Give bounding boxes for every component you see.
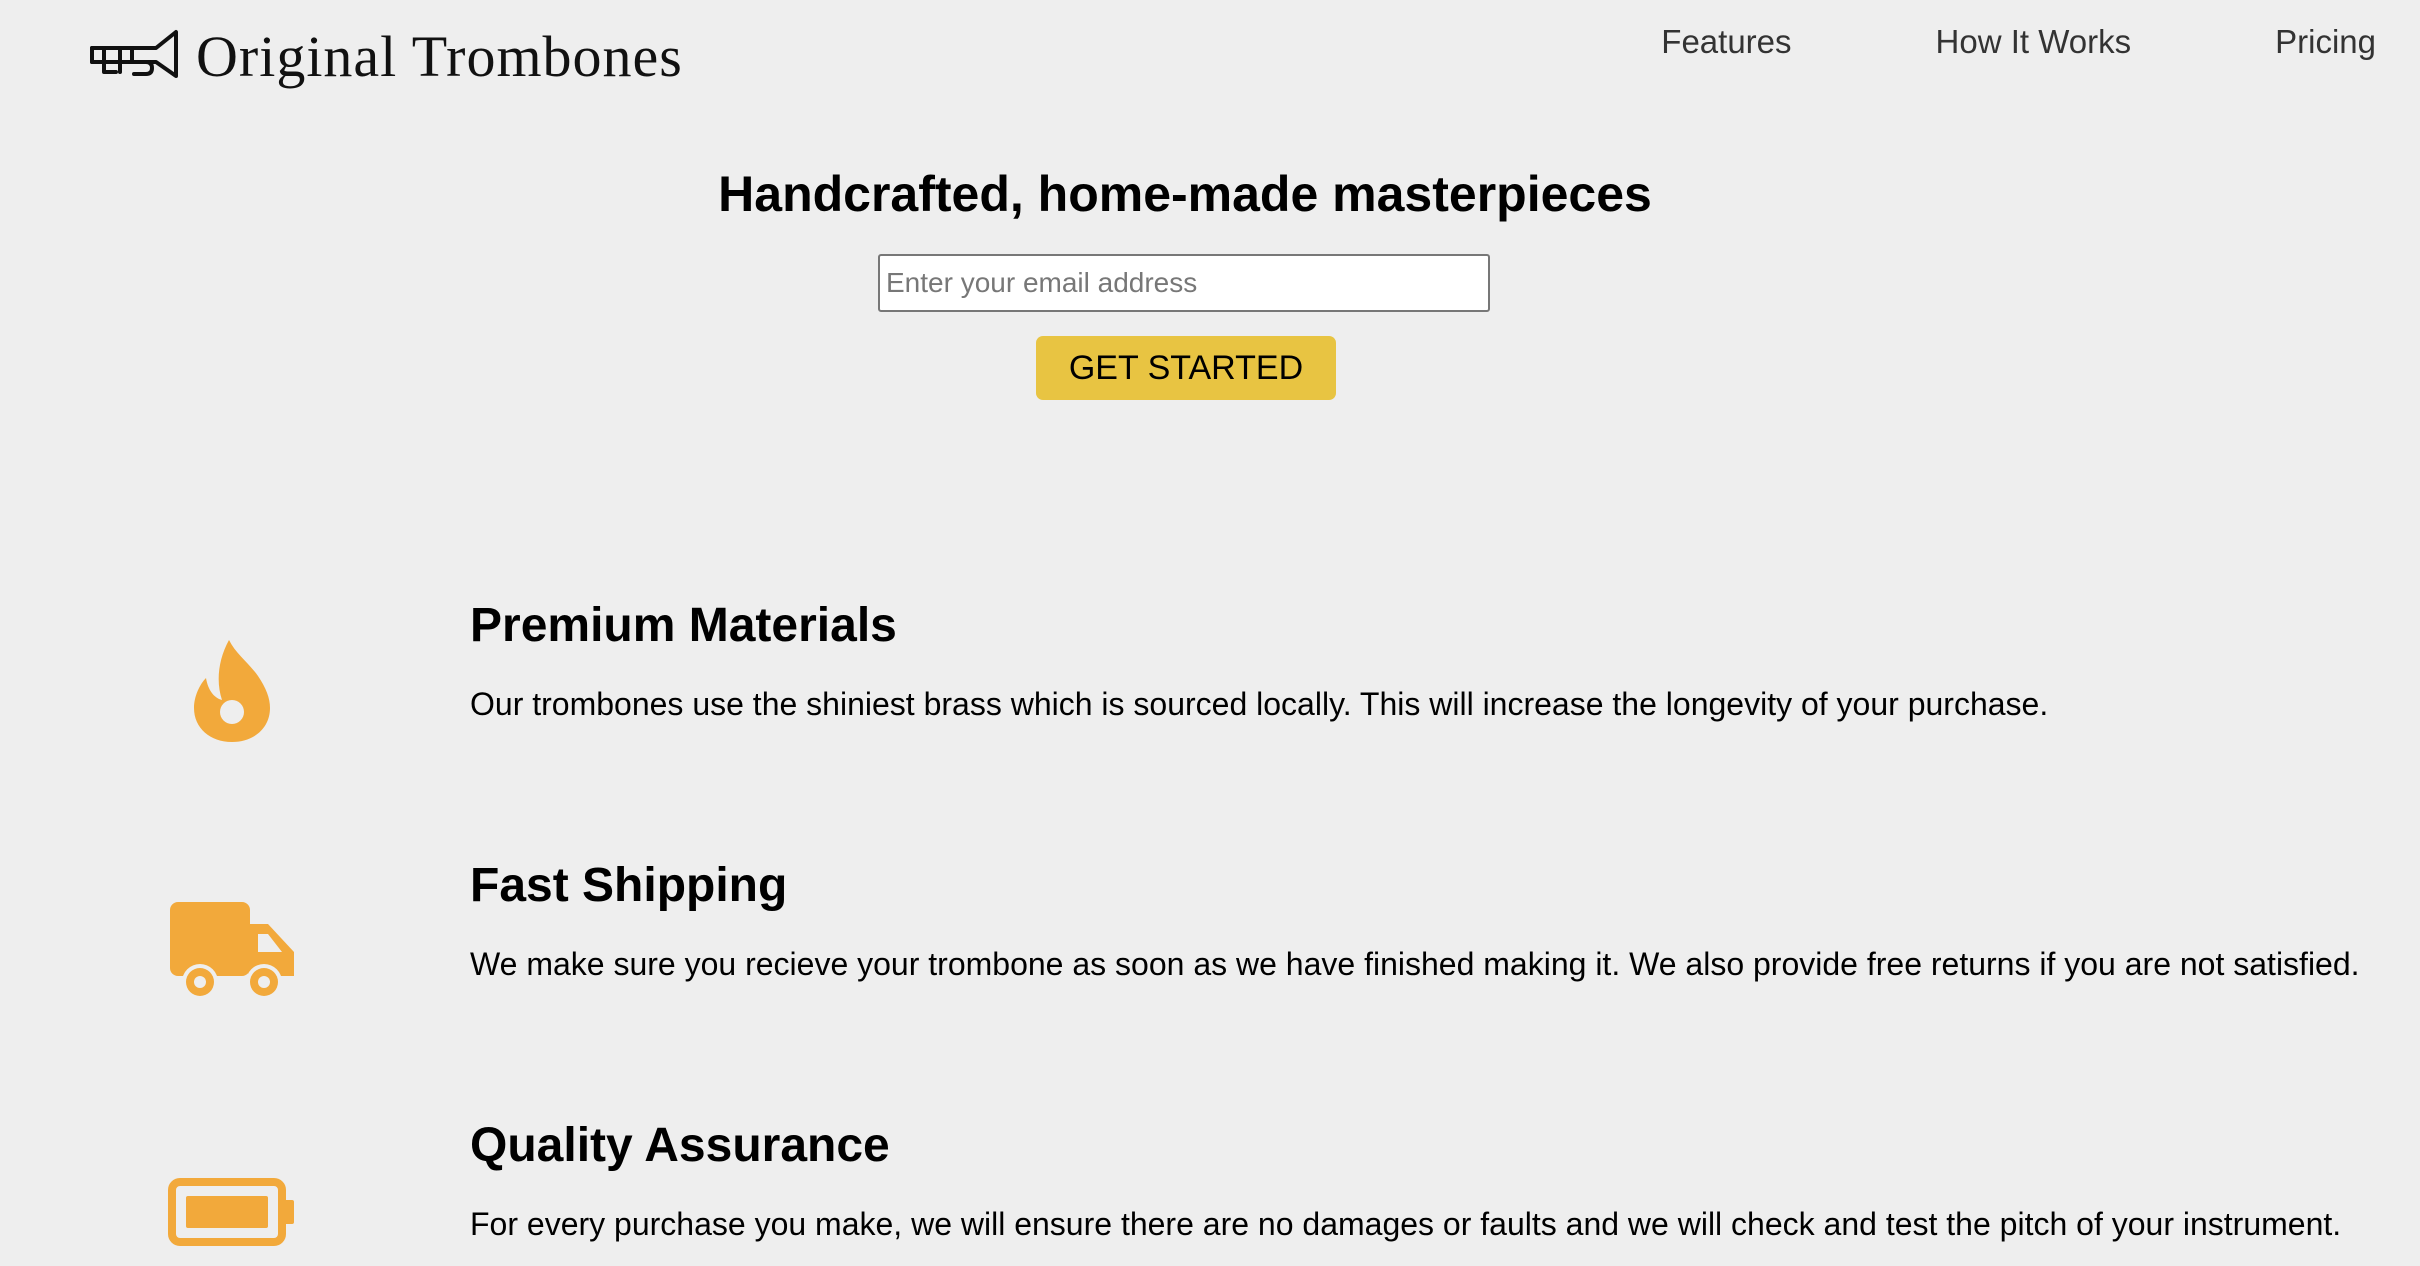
get-started-button[interactable]: GET STARTED	[1036, 336, 1336, 400]
nav-link-how-it-works[interactable]: How It Works	[1936, 23, 2132, 61]
brand-logo[interactable]: Original Trombones	[90, 22, 683, 90]
hero-title: Handcrafted, home-made masterpieces	[718, 166, 1652, 222]
feature-title: Quality Assurance	[470, 1119, 890, 1172]
battery-full-icon	[150, 1178, 314, 1246]
email-input[interactable]	[878, 254, 1490, 312]
feature-description: For every purchase you make, we will ens…	[470, 1206, 2342, 1242]
feature-description: We make sure you recieve your trombone a…	[470, 946, 2360, 982]
feature-title: Premium Materials	[470, 599, 897, 652]
trombone-logo-icon	[90, 30, 178, 78]
site-header: Original Trombones Features How It Works…	[0, 0, 2420, 110]
flame-icon	[150, 638, 314, 742]
brand-name: Original Trombones	[196, 23, 683, 89]
hero-section: Handcrafted, home-made masterpieces	[0, 158, 2370, 230]
main-nav: Features How It Works Pricing	[1661, 22, 2376, 62]
truck-icon	[150, 898, 314, 1002]
feature-description: Our trombones use the shiniest brass whi…	[470, 686, 2049, 722]
feature-title: Fast Shipping	[470, 859, 788, 912]
nav-link-pricing[interactable]: Pricing	[2275, 23, 2376, 61]
nav-link-features[interactable]: Features	[1661, 23, 1791, 61]
